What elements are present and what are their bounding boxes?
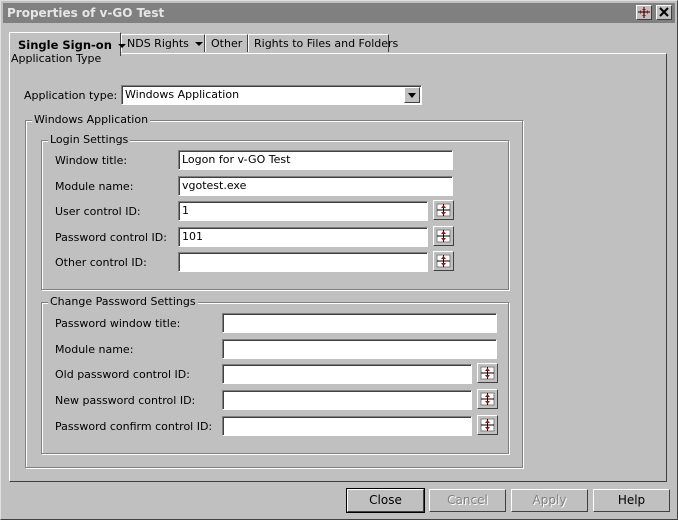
cp-module-name-label: Module name: [55, 343, 134, 356]
window-title-label: Window title: [55, 154, 128, 167]
password-confirm-control-id-field[interactable] [222, 416, 472, 436]
module-name-field[interactable]: vgotest.exe [178, 176, 453, 196]
new-password-control-id-label: New password control ID: [55, 394, 196, 407]
crosshair-picker-icon[interactable] [433, 251, 454, 271]
crosshair-picker-icon[interactable] [477, 389, 498, 409]
apply-button[interactable]: Apply [511, 489, 588, 512]
password-confirm-control-id-label: Password confirm control ID: [55, 420, 213, 433]
tab-label: NDS Rights [127, 37, 189, 50]
window-title: Properties of v-GO Test [7, 6, 165, 20]
help-cursor-icon[interactable] [636, 5, 652, 20]
user-control-id-field[interactable]: 1 [178, 201, 428, 221]
close-button[interactable]: Close [346, 488, 425, 513]
subtab-application-type[interactable]: Application Type [11, 52, 101, 65]
other-control-id-field[interactable] [178, 252, 428, 272]
tab-label: Rights to Files and Folders [254, 37, 399, 50]
group-label: Change Password Settings [48, 295, 198, 308]
chevron-down-icon[interactable] [117, 43, 126, 48]
tab-label: Single Sign-on [18, 38, 112, 52]
cancel-button[interactable]: Cancel [429, 489, 506, 512]
help-button[interactable]: Help [593, 489, 670, 512]
other-control-id-label: Other control ID: [55, 256, 147, 269]
chevron-down-icon[interactable] [194, 42, 203, 46]
application-type-select[interactable]: Windows Application [121, 85, 422, 105]
module-name-label: Module name: [55, 180, 134, 193]
properties-dialog: Properties of v-GO Test Single Sign-on N… [0, 0, 678, 520]
crosshair-picker-icon[interactable] [477, 415, 498, 435]
crosshair-picker-icon[interactable] [477, 363, 498, 383]
application-type-value: Windows Application [125, 88, 240, 101]
close-icon[interactable] [656, 5, 672, 20]
tab-label: Other [211, 37, 243, 50]
title-bar[interactable]: Properties of v-GO Test [3, 3, 675, 23]
crosshair-picker-icon[interactable] [433, 200, 454, 220]
subtab-label: Application Type [11, 52, 102, 65]
crosshair-picker-icon[interactable] [433, 226, 454, 246]
window-title-field[interactable]: Logon for v-GO Test [178, 150, 453, 170]
old-password-control-id-label: Old password control ID: [55, 368, 190, 381]
password-control-id-field[interactable]: 101 [178, 227, 428, 247]
user-control-id-label: User control ID: [55, 205, 141, 218]
password-window-title-field[interactable] [222, 313, 497, 333]
tab-nds-rights[interactable]: NDS Rights [121, 34, 205, 52]
tab-other[interactable]: Other [205, 34, 248, 52]
application-type-label: Application type: [24, 89, 118, 102]
password-control-id-label: Password control ID: [55, 231, 167, 244]
dropdown-arrow-icon[interactable] [404, 87, 420, 103]
password-window-title-label: Password window title: [55, 317, 181, 330]
cp-module-name-field[interactable] [222, 339, 497, 359]
group-label: Windows Application [32, 113, 151, 126]
group-label: Login Settings [48, 133, 131, 146]
old-password-control-id-field[interactable] [222, 364, 472, 384]
tab-rights-to-files-and-folders[interactable]: Rights to Files and Folders [248, 34, 398, 52]
new-password-control-id-field[interactable] [222, 390, 472, 410]
